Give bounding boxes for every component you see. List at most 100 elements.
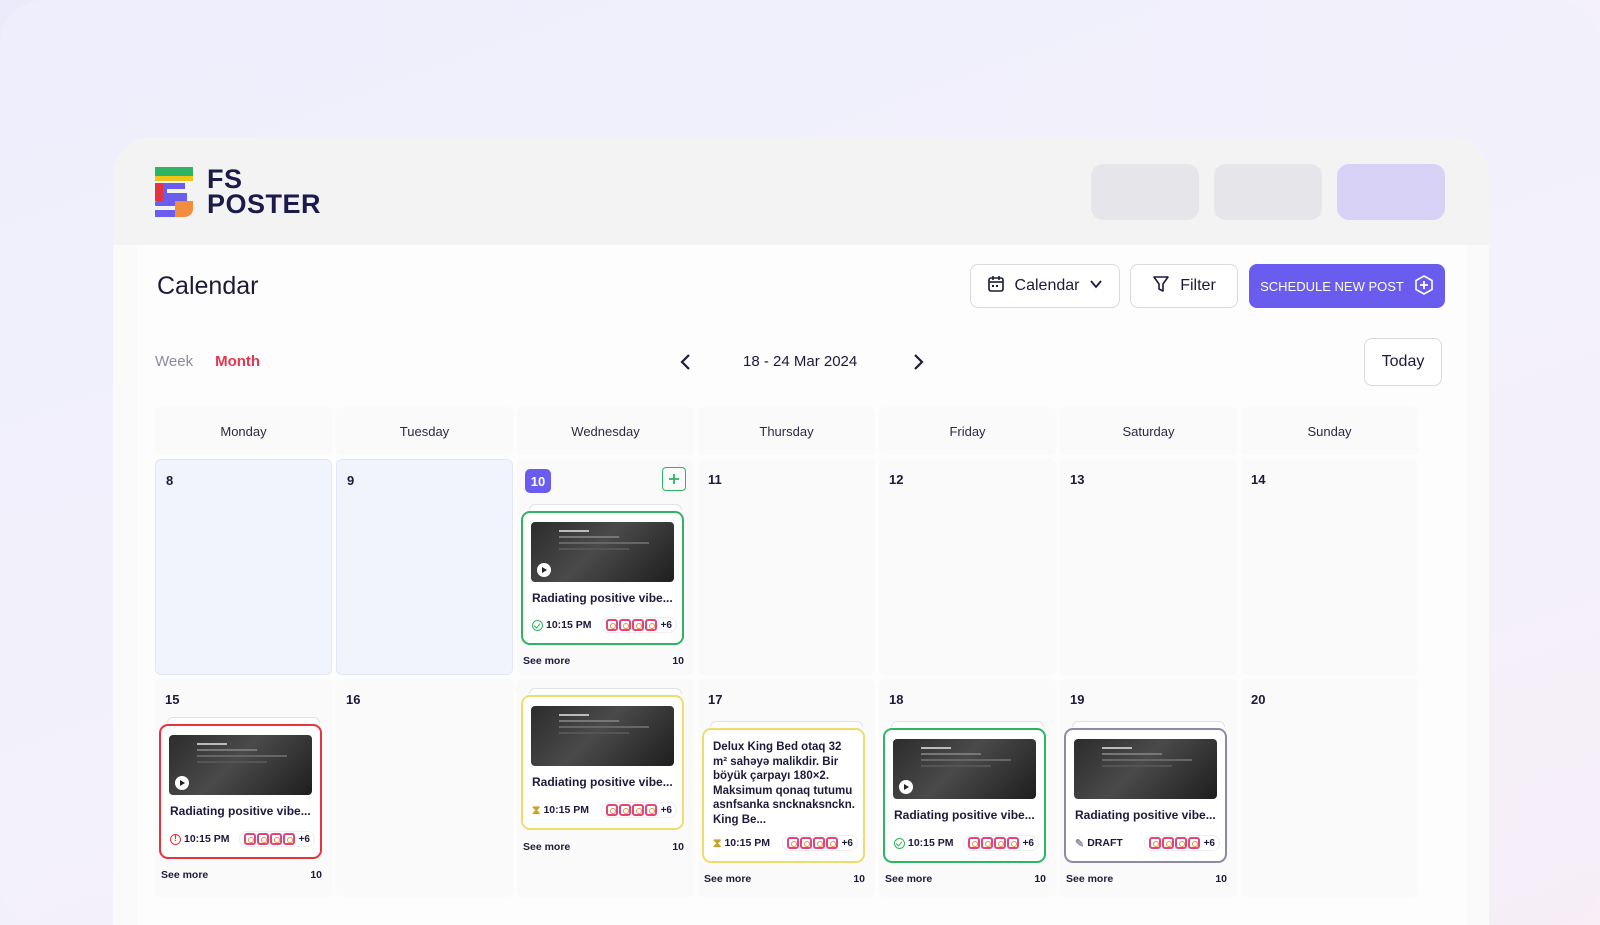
see-more-link[interactable]: See more: [704, 873, 751, 885]
header-placeholder-button[interactable]: [1091, 164, 1199, 220]
day-cell[interactable]: 15 Radiating positive vibe... 10:15 PM +…: [155, 679, 332, 897]
instagram-icon: [269, 833, 282, 845]
day-cell[interactable]: 13: [1060, 459, 1237, 675]
fs-poster-logo-icon: [154, 167, 193, 217]
day-cell[interactable]: 11: [698, 459, 875, 675]
logo-text: FS POSTER: [207, 166, 321, 218]
main-content: Calendar Calendar Filter SCHEDULE NEW PO…: [137, 245, 1467, 925]
error-icon: [170, 833, 181, 845]
filter-button[interactable]: Filter: [1130, 264, 1238, 308]
day-header-thursday: Thursday: [698, 407, 875, 455]
day-number: 19: [1070, 692, 1085, 707]
post-card-error[interactable]: Radiating positive vibe... 10:15 PM +6: [159, 724, 322, 859]
instagram-icon: [631, 804, 644, 816]
calendar-icon: [987, 275, 1005, 298]
day-cell[interactable]: 19 Radiating positive vibe... ✎ DRAFT +6 …: [1060, 679, 1237, 897]
instagram-icon: [618, 804, 631, 816]
social-accounts[interactable]: +6: [601, 618, 676, 632]
day-cell[interactable]: 8: [155, 459, 332, 675]
filter-icon: [1152, 275, 1170, 298]
tab-month[interactable]: Month: [215, 353, 260, 370]
post-title: Radiating positive vibe...: [170, 804, 311, 818]
post-card-published[interactable]: Radiating positive vibe... 10:15 PM +6: [521, 511, 684, 645]
more-accounts-count: +6: [660, 804, 672, 816]
instagram-icon: [799, 837, 812, 849]
day-header-wednesday: Wednesday: [517, 407, 694, 455]
instagram-icon: [1174, 837, 1187, 849]
social-accounts[interactable]: +6: [782, 836, 857, 850]
post-status-label: DRAFT: [1087, 837, 1123, 849]
logo[interactable]: FS POSTER: [154, 166, 321, 218]
post-status: ⧗ 10:15 PM: [713, 836, 770, 851]
day-cell[interactable]: Radiating positive vibe... ⧗ 10:15 PM +6 …: [517, 679, 694, 897]
chevron-left-icon[interactable]: [677, 351, 695, 378]
hourglass-icon: ⧗: [713, 835, 722, 850]
post-card-scheduled[interactable]: Delux King Bed otaq 32 m² sahəyə malikdi…: [702, 728, 865, 863]
social-accounts[interactable]: +6: [1144, 836, 1219, 850]
instagram-icon: [825, 837, 838, 849]
instagram-icon: [605, 619, 618, 631]
post-count: 10: [672, 841, 684, 853]
chevron-right-icon[interactable]: [909, 351, 927, 378]
see-more-link[interactable]: See more: [523, 841, 570, 853]
day-header-friday: Friday: [879, 407, 1056, 455]
day-cell[interactable]: 14: [1241, 459, 1418, 675]
social-accounts[interactable]: +6: [963, 836, 1038, 850]
social-accounts[interactable]: +6: [239, 832, 314, 846]
chevron-down-icon: [1089, 277, 1103, 296]
card-stack-layer: [529, 504, 682, 510]
background-frame: FS POSTER Calendar Calendar Filter SCHED…: [0, 0, 1600, 925]
post-card-scheduled[interactable]: Radiating positive vibe... ⧗ 10:15 PM +6: [521, 695, 684, 830]
day-cell[interactable]: 9: [336, 459, 513, 675]
post-thumbnail: [531, 522, 674, 582]
day-cell[interactable]: 17 Delux King Bed otaq 32 m² sahəyə mali…: [698, 679, 875, 897]
post-time: 10:15 PM: [724, 837, 770, 849]
see-more-link[interactable]: See more: [1066, 873, 1113, 885]
pencil-icon: ✎: [1075, 837, 1085, 850]
day-cell[interactable]: 12: [879, 459, 1056, 675]
day-cell[interactable]: 20: [1241, 679, 1418, 897]
play-icon: [899, 780, 913, 794]
instagram-icon: [1187, 837, 1200, 849]
schedule-new-post-label: SCHEDULE NEW POST: [1260, 278, 1404, 294]
card-stack-layer: [167, 717, 320, 723]
day-cell[interactable]: 18 Radiating positive vibe... 10:15 PM +…: [879, 679, 1056, 897]
today-button[interactable]: Today: [1364, 338, 1442, 386]
post-card-draft[interactable]: Radiating positive vibe... ✎ DRAFT +6: [1064, 728, 1227, 863]
see-more-link[interactable]: See more: [885, 873, 932, 885]
post-card-published[interactable]: Radiating positive vibe... 10:15 PM +6: [883, 728, 1046, 863]
post-time: 10:15 PM: [184, 833, 230, 845]
header-placeholder-button[interactable]: [1214, 164, 1322, 220]
day-number: 18: [889, 692, 904, 707]
post-thumbnail: [893, 739, 1036, 799]
more-accounts-count: +6: [841, 837, 853, 849]
see-more-link[interactable]: See more: [161, 869, 208, 881]
calendar-dropdown-label: Calendar: [1014, 277, 1080, 294]
instagram-icon: [993, 837, 1006, 849]
instagram-icon: [1006, 837, 1019, 849]
day-cell[interactable]: 16: [336, 679, 513, 897]
play-icon: [537, 563, 551, 577]
instagram-icon: [631, 619, 644, 631]
add-post-button[interactable]: [662, 467, 686, 491]
social-accounts[interactable]: +6: [601, 803, 676, 817]
day-number: 12: [889, 472, 904, 487]
more-accounts-count: +6: [1022, 837, 1034, 849]
post-time: 10:15 PM: [543, 804, 589, 816]
schedule-new-post-button[interactable]: SCHEDULE NEW POST: [1249, 264, 1445, 308]
date-range-label: 18 - 24 Mar 2024: [743, 353, 858, 370]
day-header-saturday: Saturday: [1060, 407, 1237, 455]
header-placeholder-button-accent[interactable]: [1337, 164, 1445, 220]
app-window: FS POSTER Calendar Calendar Filter SCHED…: [113, 137, 1489, 925]
post-thumbnail: [531, 706, 674, 766]
top-bar: FS POSTER: [113, 137, 1489, 245]
post-title: Radiating positive vibe...: [532, 775, 673, 789]
post-count: 10: [1034, 873, 1046, 885]
more-accounts-count: +6: [298, 833, 310, 845]
tab-week[interactable]: Week: [155, 353, 193, 370]
today-day-number: 10: [525, 469, 551, 493]
instagram-icon: [618, 619, 631, 631]
see-more-link[interactable]: See more: [523, 655, 570, 667]
calendar-view-dropdown[interactable]: Calendar: [970, 264, 1120, 308]
day-cell-today[interactable]: 10 Radiating positive vibe... 10:15 PM +…: [517, 459, 694, 675]
